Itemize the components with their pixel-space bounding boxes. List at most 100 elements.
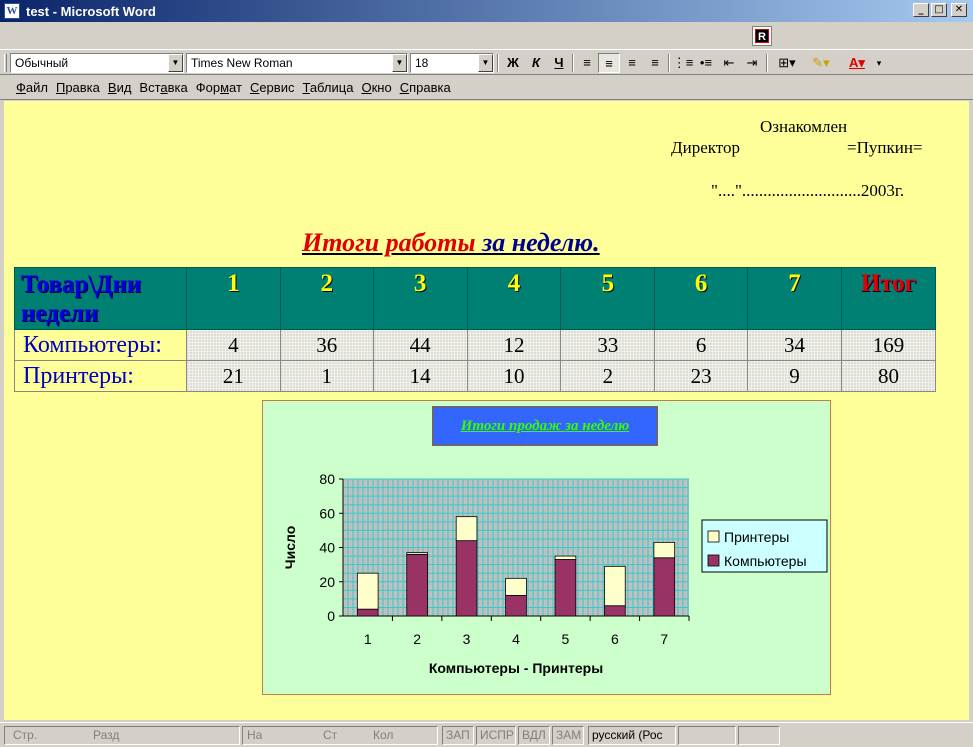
menu-item[interactable]: Формат	[196, 80, 242, 95]
bar-Компьютеры	[406, 553, 428, 617]
table-cell[interactable]: 21	[185, 360, 281, 392]
bar-Принтеры	[356, 572, 379, 610]
toolbar-grip[interactable]	[4, 54, 7, 72]
table-header-cell: 3	[372, 267, 468, 330]
table-cell[interactable]: 6	[654, 329, 749, 361]
chart-container[interactable]: Итоги продаж за неделю 0 20 40 60 80 1 2 3 4 5 6 7 К…	[262, 400, 831, 695]
table-cell[interactable]: 34	[747, 329, 842, 361]
legend-label: Компьютеры	[724, 553, 807, 569]
align-center-button[interactable]: ≡	[598, 53, 620, 73]
status-language[interactable]: русский (Рос	[588, 726, 676, 745]
menu-item[interactable]: Вставка	[139, 80, 187, 95]
table-header-cell: 1	[185, 267, 281, 330]
menu-item[interactable]: Окно	[361, 80, 391, 95]
row-label[interactable]: Принтеры:	[14, 360, 187, 392]
table-header-cell: Товар\Дни недели	[14, 267, 187, 330]
menu-item-text: вка	[167, 80, 188, 95]
menu-item[interactable]: Сервис	[250, 80, 295, 95]
menu-item[interactable]: Таблица	[302, 80, 353, 95]
approval-date-line: "...."............................2003г.	[711, 181, 905, 200]
maximize-button[interactable]: □	[931, 3, 947, 17]
document-page[interactable]: Ознакомлен Директор =Пупкин= "....".....…	[4, 101, 969, 720]
table-cell[interactable]: 14	[372, 360, 468, 392]
table-cell[interactable]: 1	[279, 360, 374, 392]
table-cell[interactable]: 36	[279, 329, 374, 361]
borders-icon[interactable]: ⊞▾	[772, 53, 802, 73]
status-rec[interactable]: ЗАП	[442, 726, 474, 745]
bar-Принтеры	[406, 552, 428, 555]
align-left-button[interactable]: ≡	[576, 53, 598, 73]
table-cell[interactable]: 12	[466, 329, 562, 361]
status-position: На Ст Кол	[242, 726, 438, 745]
x-tick-label: 6	[611, 631, 619, 647]
status-trk[interactable]: ИСПР	[476, 726, 516, 745]
status-at: На	[247, 728, 263, 742]
status-ovr[interactable]: ЗАМ	[552, 726, 584, 745]
toolbar-options-icon[interactable]: ▾	[874, 53, 884, 73]
approval-name: =Пупкин=	[847, 138, 923, 157]
table-cell[interactable]: 33	[560, 329, 656, 361]
table-cell[interactable]: 9	[747, 360, 842, 392]
increase-indent-icon[interactable]: ⇥	[741, 53, 763, 73]
menu-item-text: Фор	[195, 80, 221, 95]
font-size-select[interactable]: 18 ▼	[410, 53, 494, 73]
menu-item[interactable]: Справка	[400, 80, 451, 95]
menu-item-accelerator: а	[160, 80, 168, 95]
table-header-cell: Итог	[840, 267, 937, 330]
word-app-icon[interactable]: W	[4, 3, 20, 19]
table-cell[interactable]: 44	[372, 329, 468, 361]
bulleted-list-icon[interactable]: •≡	[695, 53, 717, 73]
menu-item[interactable]: Правка	[56, 80, 100, 95]
underline-button[interactable]: Ч	[548, 53, 570, 73]
document-close-button[interactable]: R	[752, 26, 772, 46]
minimize-button[interactable]: _	[913, 3, 929, 17]
row-label[interactable]: Компьютеры:	[14, 329, 187, 361]
table-cell[interactable]: 80	[840, 360, 937, 392]
bar-Принтеры	[455, 516, 478, 542]
close-button[interactable]: ✕	[951, 3, 967, 17]
document-title-part2: за неделю.	[482, 228, 600, 257]
menu-item-text: кно	[371, 80, 392, 95]
table-cell[interactable]: 2	[560, 360, 656, 392]
menu-item[interactable]: Файл	[16, 80, 48, 95]
chevron-down-icon[interactable]: ▼	[478, 54, 493, 72]
y-tick-label: 80	[319, 471, 335, 487]
bold-button[interactable]: Ж	[502, 53, 524, 73]
status-bar: Стр. Разд На Ст Кол ЗАП ИСПР ВДЛ ЗАМ рус…	[0, 722, 973, 747]
menu-item-accelerator: В	[107, 80, 117, 95]
table-header-cell: 5	[560, 267, 656, 330]
align-right-button[interactable]: ≡	[621, 53, 643, 73]
menu-item-accelerator: О	[361, 80, 372, 95]
menu-item[interactable]: Вид	[108, 80, 132, 95]
status-extra	[738, 726, 780, 745]
font-color-icon[interactable]: A▾	[840, 53, 874, 73]
y-axis-label: Число	[282, 526, 298, 570]
table-header-cell: 6	[654, 267, 749, 330]
table-cell[interactable]: 23	[654, 360, 749, 392]
menu-item-accelerator: Т	[302, 80, 310, 95]
bar-Принтеры	[505, 577, 527, 596]
table-header-cell: 7	[747, 267, 842, 330]
menu-item-accelerator: Ф	[16, 80, 26, 95]
table-cell[interactable]: 10	[466, 360, 562, 392]
numbered-list-icon[interactable]: ⋮≡	[672, 53, 694, 73]
table-cell[interactable]: 169	[840, 329, 937, 361]
table-cell[interactable]: 4	[185, 329, 281, 361]
menu-item-text: айл	[25, 80, 48, 95]
status-ext[interactable]: ВДЛ	[518, 726, 550, 745]
chevron-down-icon[interactable]: ▼	[392, 54, 407, 72]
chevron-down-icon[interactable]: ▼	[168, 54, 183, 72]
style-select[interactable]: Обычный ▼	[10, 53, 184, 73]
highlight-icon[interactable]: ✎▾	[806, 53, 836, 73]
status-section: Разд	[93, 728, 120, 742]
x-tick-label: 1	[364, 631, 372, 647]
status-spelling[interactable]	[678, 726, 736, 745]
justify-button[interactable]: ≡	[644, 53, 666, 73]
x-tick-label: 2	[413, 631, 421, 647]
decrease-indent-icon[interactable]: ⇤	[718, 53, 740, 73]
vertical-scrollbar[interactable]	[969, 101, 973, 720]
italic-button[interactable]: К	[525, 53, 547, 73]
font-select[interactable]: Times New Roman ▼	[186, 53, 408, 73]
x-tick-label: 5	[562, 631, 570, 647]
status-page-section: Стр. Разд	[4, 726, 240, 745]
